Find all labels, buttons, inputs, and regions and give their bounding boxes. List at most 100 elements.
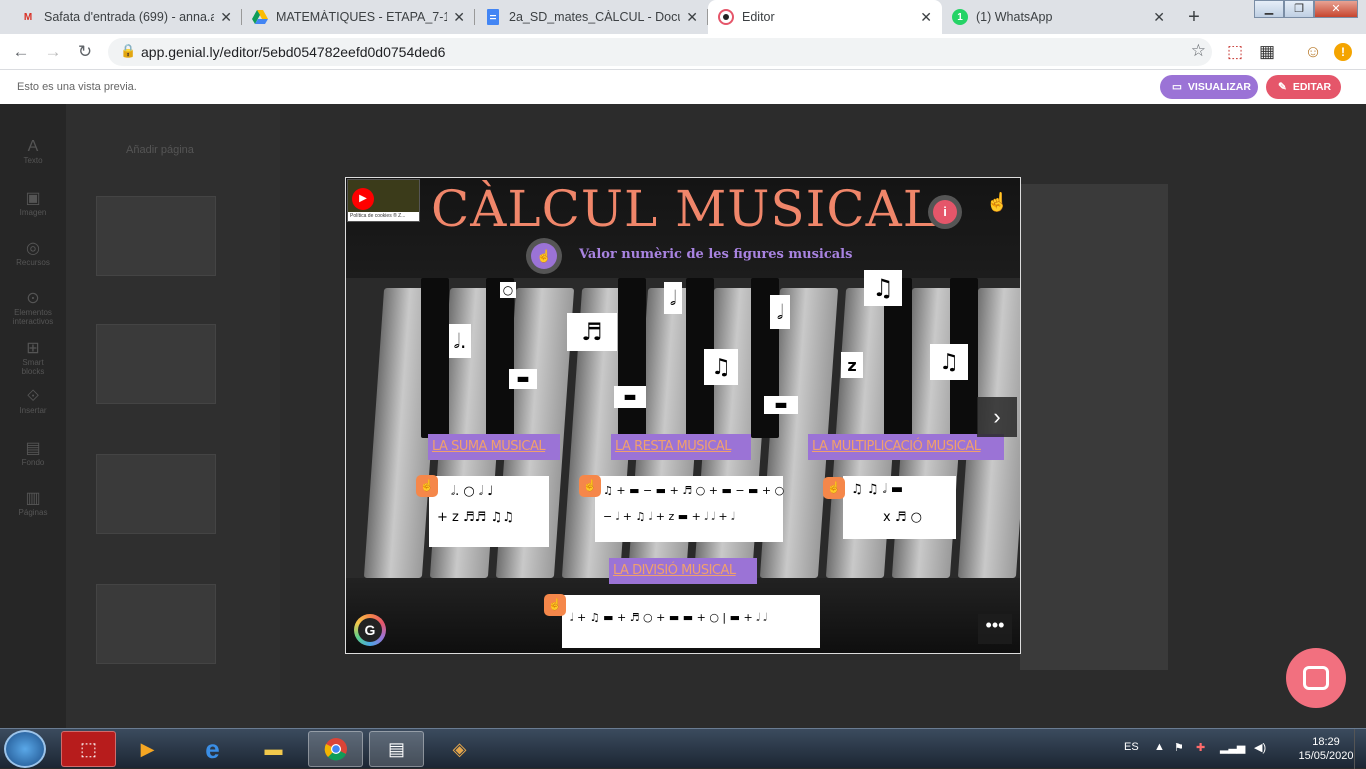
chrome-taskbar-icon[interactable] <box>308 731 363 767</box>
lock-icon: 🔒 <box>120 43 137 58</box>
subtraction-hotspot-button[interactable]: ☝ <box>579 475 601 497</box>
editor-canvas-edge <box>1020 184 1168 670</box>
tab-editor[interactable]: Editor ✕ <box>708 0 942 34</box>
sidebar-item-smart-blocks[interactable]: ⊞ Smart blocks <box>10 338 56 376</box>
media-player-taskbar-icon[interactable]: ▶ <box>120 731 175 767</box>
minimize-button[interactable]: ▁ <box>1254 0 1284 18</box>
division-exercise-card: 𝅗𝅥 + ♫ ▬ + ♬ ○ + ▬ ▬ + ○ | ▬ + 𝅗𝅥 𝅗𝅥 <box>562 595 820 648</box>
forward-icon[interactable]: → <box>42 41 64 63</box>
sum-hotspot-button[interactable]: ☝ <box>416 475 438 497</box>
hand-pointer-icon: ☝ <box>531 243 557 269</box>
tab-gmail[interactable]: M Safata d'entrada (699) - anna.al ✕ <box>10 0 242 34</box>
multiplication-hotspot-button[interactable]: ☝ <box>823 477 845 499</box>
close-window-button[interactable]: ✕ <box>1314 0 1358 18</box>
docs-icon <box>485 9 501 25</box>
browser-toolbar: ← → ↻ 🔒 app.genial.ly/editor/5ebd054782e… <box>0 34 1366 70</box>
close-icon[interactable]: ✕ <box>220 9 232 26</box>
network-alert-icon[interactable]: ✚ <box>1196 741 1205 754</box>
close-icon[interactable]: ✕ <box>453 9 465 26</box>
page-title: CÀLCUL MUSICAL <box>431 180 937 238</box>
add-page-button[interactable]: Añadir página <box>126 144 194 156</box>
next-page-button[interactable]: › <box>977 397 1017 437</box>
new-tab-button[interactable]: + <box>1181 5 1207 29</box>
genially-logo[interactable]: G <box>354 614 386 646</box>
volume-icon[interactable]: ◀) <box>1254 741 1266 754</box>
app-taskbar-icon[interactable]: ◈ <box>432 731 487 767</box>
close-icon[interactable]: ✕ <box>686 9 698 26</box>
apps-grid-icon[interactable]: ▦ <box>1256 41 1278 63</box>
tray-expand-icon[interactable]: ▲ <box>1154 741 1165 753</box>
reload-icon[interactable]: ↻ <box>74 41 96 63</box>
pdf-icon: ⬚ <box>79 738 97 759</box>
edit-button[interactable]: ✎ EDITAR <box>1266 75 1341 99</box>
sidebar-item-text[interactable]: A Texto <box>10 138 56 165</box>
quarter-note-card: 𝅗𝅥 <box>770 295 790 329</box>
signal-icon[interactable]: ▂▃▅ <box>1220 741 1245 754</box>
hand-pointer-icon[interactable]: ☝ <box>986 192 1008 213</box>
info-button[interactable]: i <box>928 195 962 229</box>
close-icon[interactable]: ✕ <box>920 9 932 26</box>
exercise-row: x ♬ ○ <box>883 510 922 525</box>
flag-icon[interactable]: ⚑ <box>1174 741 1184 754</box>
chat-icon <box>1303 666 1329 690</box>
pages-icon: ▥ <box>25 490 41 507</box>
sidebar-item-resources[interactable]: ◎ Recursos <box>10 238 56 267</box>
back-icon[interactable]: ← <box>10 41 32 63</box>
preview-message: Esto es una vista previa. <box>17 81 137 93</box>
sidebar-item-image[interactable]: ▣ Imagen <box>10 188 56 217</box>
clock[interactable]: 18:29 15/05/2020 <box>1296 735 1356 763</box>
tab-whatsapp[interactable]: 1 (1) WhatsApp ✕ <box>942 0 1175 34</box>
sidebar-item-background[interactable]: ▤ Fondo <box>10 438 56 467</box>
page-thumbnail[interactable] <box>96 324 216 404</box>
edit-label: EDITAR <box>1292 81 1332 93</box>
resources-icon: ◎ <box>26 240 40 257</box>
page-thumbnail[interactable] <box>96 584 216 664</box>
maximize-button[interactable]: ❐ <box>1284 0 1314 18</box>
exercise-row: 𝅗𝅥 + ♫ ▬ + ♬ ○ + ▬ ▬ + ○ | ▬ + 𝅗𝅥 𝅗𝅥 <box>570 611 767 624</box>
clock-time: 18:29 <box>1312 736 1340 748</box>
more-options-button[interactable]: ••• <box>978 614 1012 644</box>
tab-drive[interactable]: MATEMÀTIQUES - ETAPA_7-12 ✕ <box>242 0 475 34</box>
division-hotspot-button[interactable]: ☝ <box>544 594 566 616</box>
text-icon: A <box>27 138 39 155</box>
sidebar-item-insert[interactable]: ⟐ Insertar <box>10 388 56 415</box>
show-desktop-button[interactable] <box>1354 729 1366 769</box>
sidebar-item-pages[interactable]: ▥ Páginas <box>10 488 56 517</box>
exercise-row: − 𝅗𝅥 + ♫ 𝅗𝅥 + z ▬ + 𝅗𝅥 𝅗𝅥 + 𝅗𝅥 <box>603 510 735 523</box>
page-thumbnail[interactable] <box>96 454 216 534</box>
browser-tab-strip: M Safata d'entrada (699) - anna.al ✕ MAT… <box>0 0 1366 34</box>
url-text: app.genial.ly/editor/5ebd054782eefd0d075… <box>141 44 446 60</box>
background-icon: ▤ <box>25 440 41 457</box>
visualize-button[interactable]: ▭ VISUALIZAR <box>1160 75 1258 99</box>
chat-support-button[interactable] <box>1286 648 1346 708</box>
tab-title: 2a_SD_mates_CÀLCUL - Docum <box>509 10 681 24</box>
gmail-icon: M <box>23 11 33 23</box>
pencil-icon: ✎ <box>1278 81 1287 93</box>
file-explorer-taskbar-icon[interactable]: ▬ <box>246 731 301 767</box>
page-thumbnail[interactable] <box>96 196 216 276</box>
pdf-extension-icon[interactable]: ⬚ <box>1224 41 1246 63</box>
profile-avatar-icon[interactable]: ☺ <box>1302 41 1324 63</box>
close-icon[interactable]: ✕ <box>1153 9 1165 26</box>
monitor-icon: ▭ <box>1172 81 1182 93</box>
acrobat-taskbar-icon[interactable]: ⬚ <box>61 731 116 767</box>
eighth-notes-card: ♫ <box>704 349 738 385</box>
multiplication-exercise-card: ♫ ♫ 𝅗𝅥 ▬ x ♬ ○ <box>843 476 956 539</box>
subtitle-hotspot[interactable]: ☝ <box>526 238 562 274</box>
language-indicator[interactable]: ES <box>1124 741 1139 753</box>
whole-rest-card: ▬ <box>509 369 537 389</box>
sidebar-item-interactive[interactable]: ⊙ Elementos interactivos <box>10 288 56 326</box>
whatsapp-icon: 1 <box>952 9 968 25</box>
exercise-row: + z ♬♬ ♫♫ <box>437 510 514 525</box>
start-button[interactable] <box>4 730 46 768</box>
tab-docs[interactable]: 2a_SD_mates_CÀLCUL - Docum ✕ <box>475 0 708 34</box>
editor-sidebar: A Texto ▣ Imagen ◎ Recursos ⊙ Elementos inte… <box>0 104 66 728</box>
dotted-eighth-notes-card: ♫ <box>930 344 968 380</box>
internet-explorer-taskbar-icon[interactable]: e <box>185 731 240 767</box>
address-bar[interactable]: 🔒 app.genial.ly/editor/5ebd054782eefd0d0… <box>108 38 1212 66</box>
document-taskbar-icon[interactable]: ▤ <box>369 731 424 767</box>
dotted-rest-card: ▬ <box>764 396 798 414</box>
update-alert-icon[interactable]: ! <box>1334 43 1352 61</box>
exercise-row: ♫ ♫ 𝅗𝅥 ▬ <box>851 482 904 497</box>
bookmark-star-icon[interactable]: ☆ <box>1191 41 1206 61</box>
